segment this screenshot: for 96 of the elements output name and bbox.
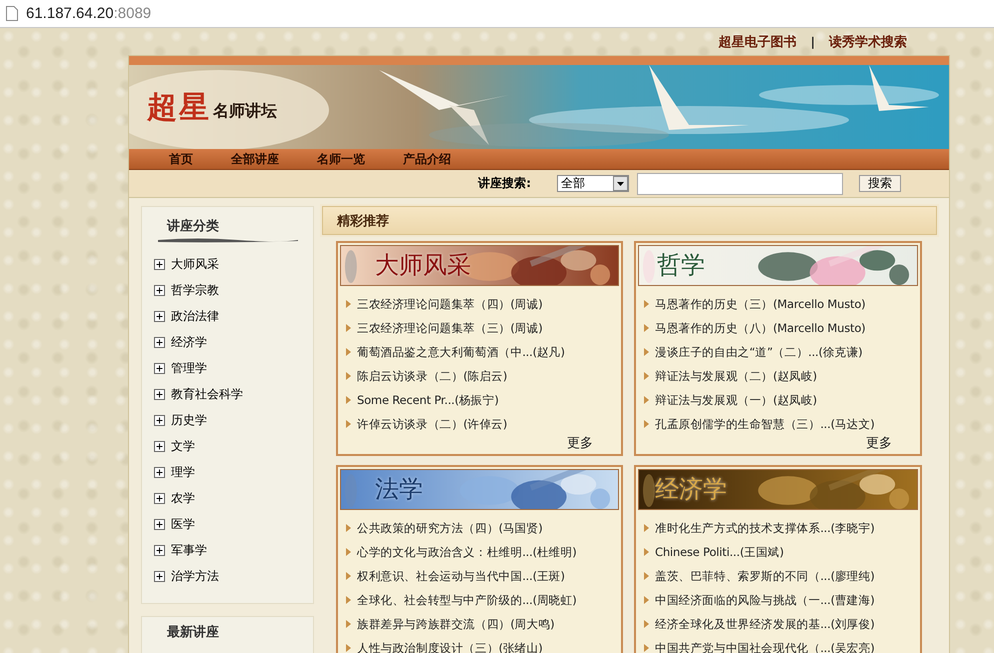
logo-mark: 超星 — [147, 89, 211, 127]
triangle-icon — [346, 420, 351, 428]
triangle-icon — [644, 324, 649, 332]
card-title: 法学 — [375, 474, 423, 505]
category-link[interactable]: 治学方法 — [171, 568, 219, 584]
triangle-icon — [644, 596, 649, 604]
lecture-link[interactable]: 马恩著作的历史（三）(Marcello Musto) — [644, 292, 918, 316]
category-link[interactable]: 农学 — [171, 490, 195, 506]
triangle-icon — [346, 548, 351, 556]
plus-icon[interactable] — [154, 466, 165, 478]
search-field[interactable] — [637, 172, 843, 194]
triangle-icon — [644, 548, 649, 556]
category-link[interactable]: 政治法律 — [171, 308, 219, 324]
category-link[interactable]: 哲学宗教 — [171, 282, 219, 298]
panel-title: 最新讲座 — [167, 625, 219, 640]
url-text[interactable]: 61.187.64.20:8089 — [26, 5, 152, 22]
plus-icon[interactable] — [154, 544, 165, 556]
triangle-icon — [346, 348, 351, 356]
triangle-icon — [644, 420, 649, 428]
plus-icon[interactable] — [154, 258, 165, 270]
category-link[interactable]: 经济学 — [171, 334, 207, 350]
site-title: 名师讲坛 — [213, 101, 277, 122]
plus-icon[interactable] — [154, 414, 165, 426]
lecture-link[interactable]: 葡萄酒品鉴之意大利葡萄酒（中...(赵凡) — [346, 340, 619, 364]
separator: | — [810, 34, 815, 48]
category-link[interactable]: 管理学 — [171, 360, 207, 376]
nav-link[interactable]: 全部讲座 — [231, 150, 279, 168]
triangle-icon — [644, 348, 649, 356]
lecture-link[interactable]: 族群差异与跨族群交流（四）(周大鸣) — [346, 612, 619, 636]
top-link[interactable]: 读秀学术搜索 — [829, 32, 907, 50]
scope-select[interactable]: 全部 — [557, 175, 629, 192]
brush-stroke-icon — [158, 237, 298, 243]
category-link[interactable]: 军事学 — [171, 542, 207, 558]
lecture-link[interactable]: 心学的文化与政治含义：杜维明...(杜维明) — [346, 540, 619, 564]
lecture-link[interactable]: 盖茨、巴菲特、索罗斯的不同（...(廖理纯) — [644, 564, 918, 588]
lecture-link[interactable]: 中国经济面临的风险与挑战（一...(曹建海) — [644, 588, 918, 612]
section-title: 精彩推荐 — [337, 212, 389, 230]
card-title: 哲学 — [657, 250, 705, 281]
plus-icon[interactable] — [154, 518, 165, 530]
triangle-icon — [346, 324, 351, 332]
top-link[interactable]: 超星电子图书 — [718, 32, 797, 50]
category-link[interactable]: 理学 — [171, 464, 195, 480]
plus-icon[interactable] — [154, 492, 165, 504]
search-label: 讲座搜索: — [478, 175, 531, 192]
plus-icon[interactable] — [154, 362, 165, 374]
nav-link[interactable]: 产品介绍 — [403, 150, 451, 168]
category-link[interactable]: 医学 — [171, 516, 195, 532]
triangle-icon — [346, 524, 351, 532]
category-link[interactable]: 教育社会科学 — [171, 386, 243, 402]
triangle-icon — [644, 524, 649, 532]
triangle-icon — [644, 300, 649, 308]
plus-icon[interactable] — [154, 336, 165, 348]
plus-icon[interactable] — [154, 284, 165, 296]
more-link[interactable]: 更多 — [567, 436, 593, 451]
lecture-link[interactable]: 经济全球化及世界经济发展的基...(刘厚俊) — [644, 612, 918, 636]
triangle-icon — [346, 572, 351, 580]
lecture-link[interactable]: 辩证法与发展观（一）(赵凤岐) — [644, 388, 918, 412]
category-link[interactable]: 历史学 — [171, 412, 207, 428]
lecture-link[interactable]: 孔孟原创儒学的生命智慧（三）...(马达文) — [644, 412, 918, 436]
triangle-icon — [346, 300, 351, 308]
plus-icon[interactable] — [154, 310, 165, 322]
lecture-link[interactable]: Chinese Politi...(王国斌) — [644, 540, 918, 564]
lecture-link[interactable]: 公共政策的研究方法（四）(马国贤) — [346, 516, 619, 540]
triangle-icon — [346, 396, 351, 404]
search-button[interactable]: 搜索 — [859, 175, 901, 192]
triangle-icon — [346, 372, 351, 380]
lecture-link[interactable]: Some Recent Pr...(杨振宁) — [346, 388, 619, 412]
lecture-link[interactable]: 马恩著作的历史（八）(Marcello Musto) — [644, 316, 918, 340]
nav-link[interactable]: 名师一览 — [317, 150, 365, 168]
card-title: 经济学 — [655, 474, 727, 505]
category-link[interactable]: 文学 — [171, 438, 195, 454]
lecture-link[interactable]: 全球化、社会转型与中产阶级的...(周晓虹) — [346, 588, 619, 612]
lecture-link[interactable]: 三农经济理论问题集萃（四）(周诚) — [346, 292, 619, 316]
plus-icon[interactable] — [154, 440, 165, 452]
more-link[interactable]: 更多 — [866, 436, 892, 451]
triangle-icon — [644, 572, 649, 580]
lecture-link[interactable]: 三农经济理论问题集萃（三）(周诚) — [346, 316, 619, 340]
triangle-icon — [644, 396, 649, 404]
triangle-icon — [346, 620, 351, 628]
plus-icon[interactable] — [154, 388, 165, 400]
lecture-link[interactable]: 许倬云访谈录（二）(许倬云) — [346, 412, 619, 436]
lecture-link[interactable]: 陈启云访谈录（二）(陈启云) — [346, 364, 619, 388]
lecture-link[interactable]: 准时化生产方式的技术支撑体系...(李晓宇) — [644, 516, 918, 540]
triangle-icon — [346, 596, 351, 604]
triangle-icon — [644, 372, 649, 380]
lecture-link[interactable]: 辩证法与发展观（二）(赵凤岐) — [644, 364, 918, 388]
category-link[interactable]: 大师风采 — [171, 256, 219, 272]
page-icon — [6, 6, 18, 21]
lecture-link[interactable]: 漫谈庄子的自由之“道”（二）...(徐克谦) — [644, 340, 918, 364]
dropdown-icon — [613, 176, 628, 191]
plus-icon[interactable] — [154, 570, 165, 582]
panel-title: 讲座分类 — [167, 219, 219, 234]
card-title: 大师风采 — [375, 250, 471, 281]
nav-link[interactable]: 首页 — [169, 150, 193, 168]
lecture-link[interactable]: 权利意识、社会运动与当代中国...(王斑) — [346, 564, 619, 588]
triangle-icon — [644, 620, 649, 628]
